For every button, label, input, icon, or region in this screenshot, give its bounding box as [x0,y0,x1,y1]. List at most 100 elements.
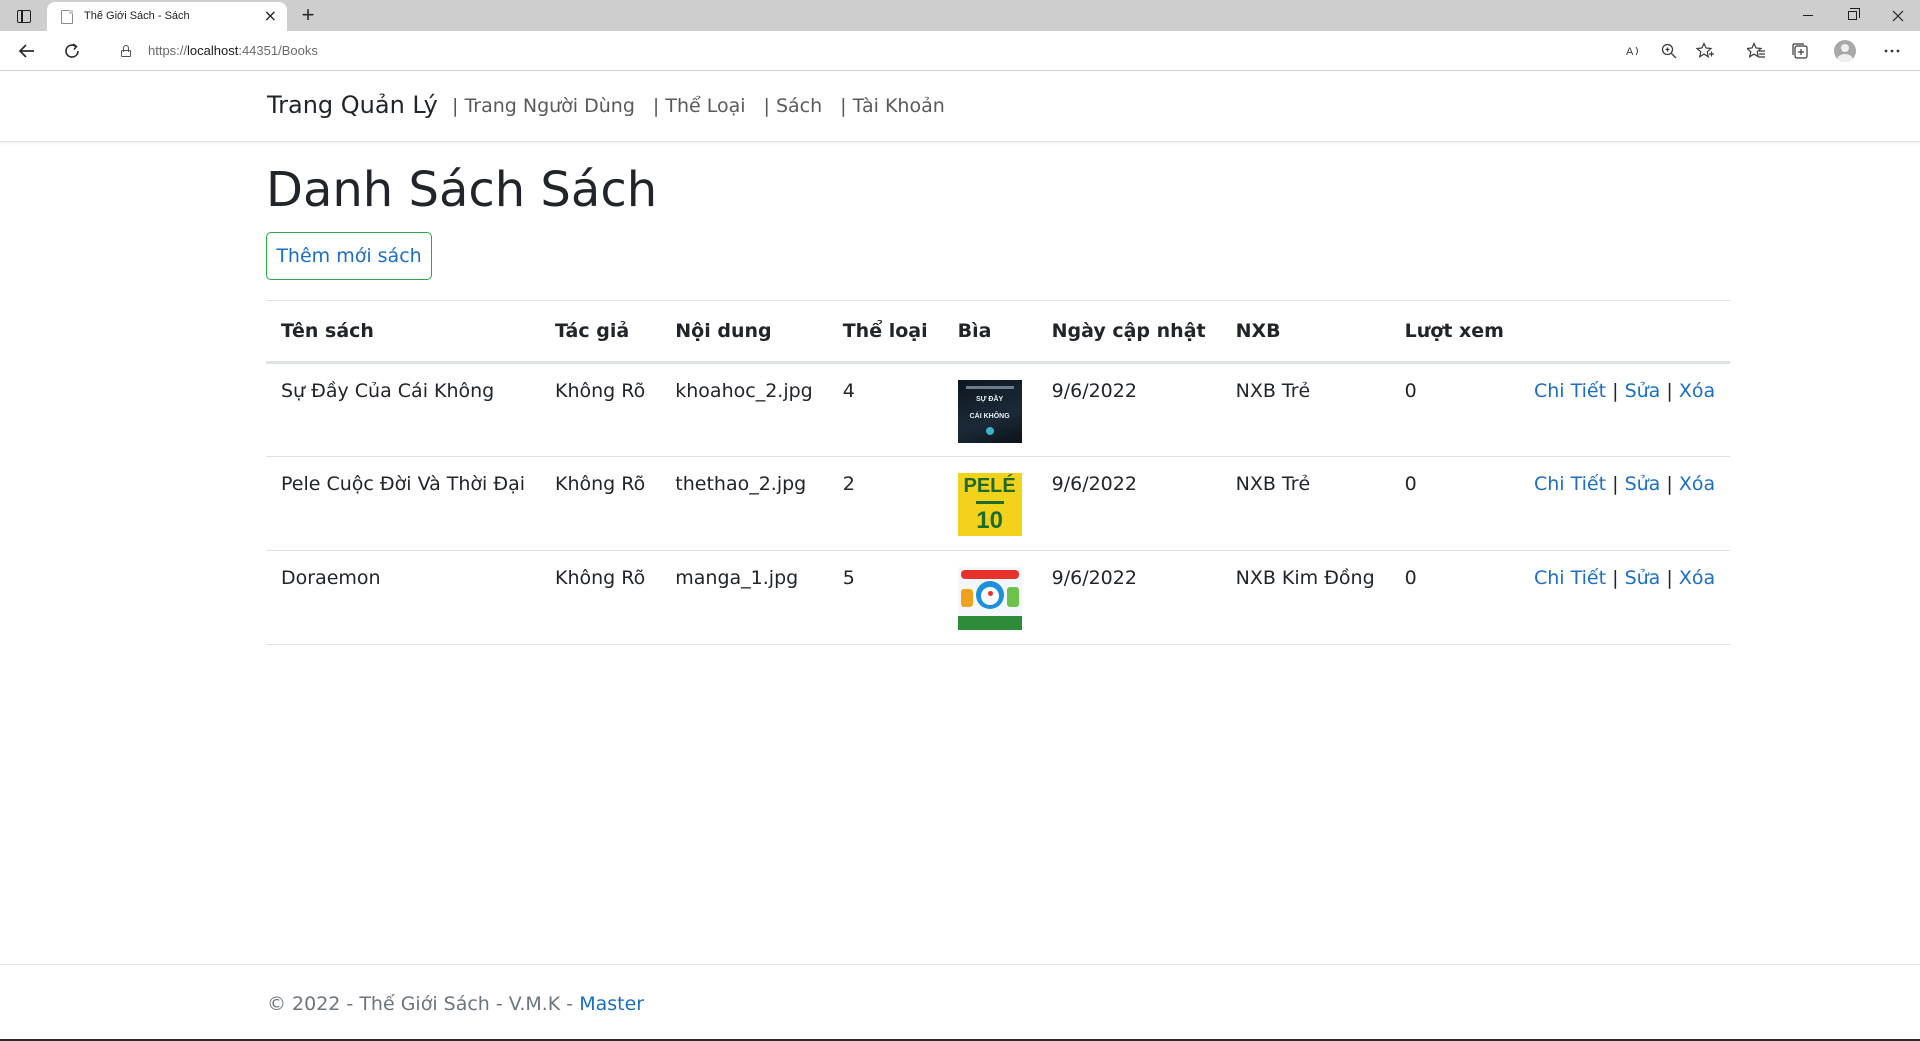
header-views: Lượt xem [1389,300,1519,364]
header-updated-date: Ngày cập nhật [1036,300,1221,364]
book-name: Sự Đầy Của Cái Không [266,362,541,457]
browser-toolbar: https://localhost:44351/Books A [0,31,1920,71]
zoom-icon[interactable] [1657,39,1681,63]
action-separator: | [1666,380,1673,402]
row-actions: Chi Tiết | Sửa | Xóa [1518,362,1731,457]
header-genre: Thể loại [827,300,943,364]
brand-link[interactable]: Trang Quản Lý [267,91,438,119]
tab-actions-icon[interactable] [12,6,36,26]
book-views: 0 [1389,550,1519,645]
cover-text: CÁI KHÔNG [969,413,1010,420]
book-publisher: NXB Trẻ [1220,456,1390,551]
add-book-button[interactable]: Thêm mới sách [266,232,432,280]
delete-link[interactable]: Xóa [1679,380,1715,402]
add-favorite-icon[interactable] [1693,39,1717,63]
book-cover-cell [942,550,1037,645]
table-row: Sự Đầy Của Cái Không Không Rõ khoahoc_2.… [266,362,1731,457]
book-cover-cell: SỰ ĐẦY CÁI KHÔNG [942,362,1037,457]
header-cover: Bìa [942,300,1037,364]
site-navbar: Trang Quản Lý | Trang Người Dùng | Thể L… [0,71,1920,142]
browser-tab[interactable]: Thế Giới Sách - Sách × [47,2,287,31]
cover-text: PELÉ [963,475,1016,497]
book-content: manga_1.jpg [660,550,828,645]
cover-text: SỰ ĐẦY [976,396,1004,403]
cover-text: 10 [976,507,1003,534]
book-cover-image: SỰ ĐẦY CÁI KHÔNG [957,380,1022,443]
book-date: 9/6/2022 [1036,362,1221,457]
details-link[interactable]: Chi Tiết [1534,473,1606,495]
edit-link[interactable]: Sửa [1625,567,1661,589]
action-separator: | [1666,567,1673,589]
header-content: Nội dung [660,300,828,364]
book-views: 0 [1389,456,1519,551]
header-author: Tác giả [540,300,661,364]
close-tab-icon[interactable]: × [264,7,277,25]
table-row: Pele Cuộc Đời Và Thời Đại Không Rõ theth… [266,456,1731,551]
book-name: Pele Cuộc Đời Và Thời Đại [266,456,541,551]
action-separator: | [1612,473,1619,495]
action-separator: | [1666,473,1673,495]
book-cover-cell: PELÉ 10 [942,456,1037,551]
book-name: Doraemon [266,550,541,645]
page-title: Danh Sách Sách [266,162,658,218]
delete-link[interactable]: Xóa [1679,567,1715,589]
book-cover-image: PELÉ 10 [957,473,1022,536]
address-bar[interactable]: https://localhost:44351/Books [110,36,1730,66]
nav-link-books[interactable]: | Sách [764,95,823,117]
book-genre: 5 [827,550,943,645]
read-aloud-icon[interactable]: A [1622,39,1646,63]
book-date: 9/6/2022 [1036,456,1221,551]
books-table: Tên sách Tác giả Nội dung Thể loại Bìa N… [266,300,1731,645]
table-row: Doraemon Không Rõ manga_1.jpg 5 9/6/2022… [266,550,1731,645]
browser-tab-strip: Thế Giới Sách - Sách × + [0,0,1920,31]
nav-links: | Trang Người Dùng | Thể Loại | Sách | T… [452,95,963,117]
more-menu-icon[interactable] [1880,39,1904,63]
row-actions: Chi Tiết | Sửa | Xóa [1518,550,1731,645]
book-genre: 2 [827,456,943,551]
refresh-icon[interactable] [58,37,86,65]
lock-icon[interactable] [120,44,132,58]
close-window-icon[interactable] [1875,0,1920,31]
book-content: khoahoc_2.jpg [660,362,828,457]
details-link[interactable]: Chi Tiết [1534,567,1606,589]
header-publisher: NXB [1220,300,1390,364]
book-cover-image [957,567,1022,630]
profile-avatar-icon[interactable] [1833,39,1857,63]
book-publisher: NXB Kim Đồng [1220,550,1390,645]
edit-link[interactable]: Sửa [1625,473,1661,495]
collections-icon[interactable] [1788,39,1812,63]
action-separator: | [1612,380,1619,402]
book-date: 9/6/2022 [1036,550,1221,645]
row-actions: Chi Tiết | Sửa | Xóa [1518,456,1731,551]
new-tab-icon[interactable]: + [296,3,320,27]
edit-link[interactable]: Sửa [1625,380,1661,402]
restore-icon[interactable] [1830,0,1875,31]
nav-link-users[interactable]: | Trang Người Dùng [452,95,635,117]
book-author: Không Rõ [540,362,661,457]
nav-link-genres[interactable]: | Thể Loại [653,95,746,117]
book-author: Không Rõ [540,550,661,645]
page-favicon-icon [61,10,73,24]
details-link[interactable]: Chi Tiết [1534,380,1606,402]
book-publisher: NXB Trẻ [1220,362,1390,457]
footer-text: © 2022 - Thế Giới Sách - V.M.K - Master [267,993,644,1015]
book-content: thethao_2.jpg [660,456,828,551]
minimize-icon[interactable] [1785,0,1830,31]
header-actions [1518,300,1731,364]
window-controls [1785,0,1920,31]
book-author: Không Rõ [540,456,661,551]
action-separator: | [1612,567,1619,589]
nav-link-accounts[interactable]: | Tài Khoản [840,95,945,117]
footer-master-link[interactable]: Master [579,993,644,1015]
back-icon[interactable] [13,37,41,65]
header-book-name: Tên sách [266,300,541,364]
book-genre: 4 [827,362,943,457]
copyright-text: © 2022 - Thế Giới Sách - V.M.K - [267,993,580,1015]
table-header-row: Tên sách Tác giả Nội dung Thể loại Bìa N… [266,300,1731,364]
delete-link[interactable]: Xóa [1679,473,1715,495]
url-text[interactable]: https://localhost:44351/Books [148,43,318,58]
svg-text:A: A [1626,46,1634,58]
favorites-icon[interactable] [1744,39,1768,63]
site-footer: © 2022 - Thế Giới Sách - V.M.K - Master [0,964,1920,1041]
tab-title: Thế Giới Sách - Sách [84,10,190,22]
